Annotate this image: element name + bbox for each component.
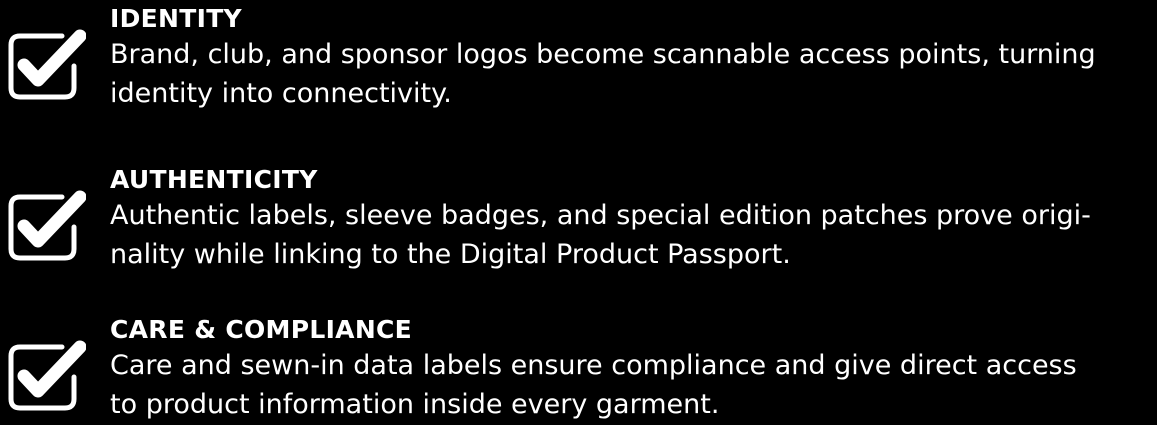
checkbox-checked-icon (8, 29, 86, 100)
feature-text: CARE & COMPLIANCE Care and sewn-in data … (110, 313, 1155, 424)
checkbox-checked-icon (8, 190, 86, 261)
feature-description: Care and sewn-in data labels ensure comp… (110, 346, 1155, 424)
feature-text: IDENTITY Brand, club, and sponsor logos … (110, 2, 1155, 113)
feature-description-line: Authentic labels, sleeve badges, and spe… (110, 200, 1091, 231)
feature-title: IDENTITY (110, 4, 242, 33)
feature-title: CARE & COMPLIANCE (110, 315, 413, 344)
feature-text: AUTHENTICITY Authentic labels, sleeve ba… (110, 163, 1155, 274)
feature-description-line: Brand, club, and sponsor logos become sc… (110, 39, 1096, 70)
feature-description: Brand, club, and sponsor logos become sc… (110, 35, 1155, 113)
feature-title: AUTHENTICITY (110, 165, 318, 194)
checkbox-checked-icon (8, 340, 86, 411)
feature-description-line: nality while linking to the Digital Prod… (110, 239, 791, 270)
feature-description-line: to product information inside every garm… (110, 389, 720, 420)
feature-description-line: Care and sewn-in data labels ensure comp… (110, 350, 1077, 381)
feature-description: Authentic labels, sleeve badges, and spe… (110, 196, 1155, 274)
feature-list: IDENTITY Brand, club, and sponsor logos … (0, 0, 1157, 425)
feature-description-line: identity into connectivity. (110, 78, 452, 109)
